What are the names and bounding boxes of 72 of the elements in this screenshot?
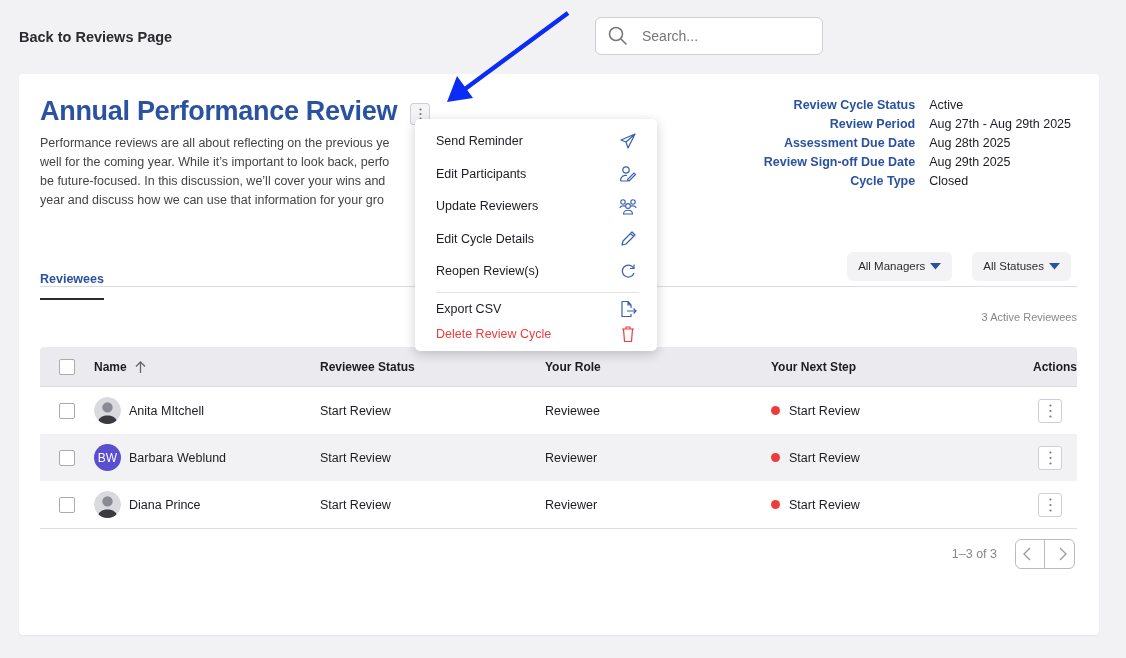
avatar-silhouette-icon bbox=[94, 397, 121, 424]
review-title: Annual Performance Review bbox=[40, 96, 398, 127]
description-line: Performance reviews are all about reflecting on the previous ye bbox=[40, 135, 391, 152]
kebab-icon bbox=[418, 107, 422, 120]
refresh-icon bbox=[619, 262, 637, 281]
pagination-text: 1–3 of 3 bbox=[951, 547, 997, 561]
row-actions-button[interactable] bbox=[1038, 445, 1062, 470]
table-cell: Start Review bbox=[789, 497, 860, 512]
detail-value: Active bbox=[929, 97, 965, 114]
trash-icon bbox=[619, 325, 637, 343]
filter-dropdown[interactable]: All Statuses bbox=[972, 251, 1071, 281]
filter-dropdown[interactable]: All Managers bbox=[847, 251, 953, 281]
select-all-checkbox[interactable] bbox=[59, 358, 75, 375]
menu-item[interactable]: Export CSV bbox=[436, 302, 502, 316]
pencil-icon bbox=[619, 229, 637, 248]
detail-label: Assessment Due Date bbox=[782, 135, 916, 152]
column-header: Your Next Step bbox=[771, 359, 857, 374]
menu-item[interactable]: Update Reviewers bbox=[436, 199, 539, 214]
reviewee-name: Barbara Weblund bbox=[129, 450, 227, 465]
avatar-initials: BW bbox=[94, 444, 121, 471]
description-line: year and discuss how we can use that information for your gro bbox=[40, 192, 385, 209]
row-checkbox[interactable] bbox=[59, 496, 75, 513]
detail-label: Cycle Type bbox=[849, 173, 916, 190]
table-cell: Reviewer bbox=[545, 497, 598, 512]
avatar-silhouette-icon bbox=[94, 491, 121, 518]
row-checkbox[interactable] bbox=[59, 402, 75, 419]
menu-item[interactable]: Delete Review Cycle bbox=[436, 327, 552, 341]
column-header: Your Role bbox=[545, 359, 601, 374]
menu-item[interactable]: Edit Cycle Details bbox=[436, 231, 534, 246]
column-header: Reviewee Status bbox=[320, 359, 415, 374]
caret-icon bbox=[1049, 262, 1060, 270]
table-cell: Start Review bbox=[320, 450, 391, 465]
kebab-icon bbox=[1048, 450, 1052, 465]
table-cell: Start Review bbox=[789, 403, 860, 418]
detail-value: Closed bbox=[929, 173, 970, 190]
detail-label: Review Period bbox=[828, 116, 916, 133]
back-link[interactable]: Back to Reviews Page bbox=[19, 29, 173, 45]
kebab-icon bbox=[1048, 497, 1052, 512]
detail-value: Aug 29th 2025 bbox=[929, 154, 1012, 171]
detail-value: Aug 28th 2025 bbox=[929, 135, 1012, 152]
paper-plane-icon bbox=[619, 132, 637, 151]
file-export-icon bbox=[619, 300, 637, 318]
table-cell: Reviewer bbox=[545, 450, 598, 465]
row-actions-button[interactable] bbox=[1038, 398, 1062, 423]
previous-page-icon[interactable] bbox=[1022, 547, 1031, 561]
reviewee-count: 3 Active Reviewees bbox=[981, 311, 1077, 323]
kebab-icon bbox=[1048, 403, 1052, 418]
column-header[interactable]: Name bbox=[94, 359, 127, 374]
table-cell: Reviewee bbox=[545, 403, 600, 418]
people-icon bbox=[619, 197, 637, 216]
tab[interactable]: Reviewees bbox=[40, 272, 104, 300]
table-cell: Start Review bbox=[320, 497, 391, 512]
row-actions-button[interactable] bbox=[1038, 492, 1062, 517]
next-page-icon[interactable] bbox=[1059, 547, 1068, 561]
reviewee-name: Anita MItchell bbox=[129, 403, 205, 418]
detail-label: Review Cycle Status bbox=[792, 97, 916, 114]
menu-item[interactable]: Edit Participants bbox=[436, 166, 527, 181]
sort-arrow-icon[interactable] bbox=[134, 360, 146, 373]
description-line: be future-focused. In this discussion, we’ll cover your wins and bbox=[40, 173, 387, 190]
menu-item[interactable]: Send Reminder bbox=[436, 134, 523, 149]
menu-item[interactable]: Reopen Review(s) bbox=[436, 264, 539, 279]
column-header: Actions bbox=[1033, 359, 1077, 374]
reviewee-name: Diana Prince bbox=[129, 497, 201, 512]
search-field[interactable]: Search... bbox=[595, 17, 823, 55]
row-checkbox[interactable] bbox=[59, 449, 75, 466]
table-cell: Start Review bbox=[789, 450, 860, 465]
detail-value: Aug 27th - Aug 29th 2025 bbox=[929, 116, 1071, 133]
description-line: well for the coming year. While it’s important to look back, perfo bbox=[40, 154, 391, 171]
table-cell: Start Review bbox=[320, 403, 391, 418]
detail-label: Review Sign-off Due Date bbox=[763, 154, 916, 171]
caret-icon bbox=[930, 262, 942, 270]
person-edit-icon bbox=[619, 164, 637, 183]
